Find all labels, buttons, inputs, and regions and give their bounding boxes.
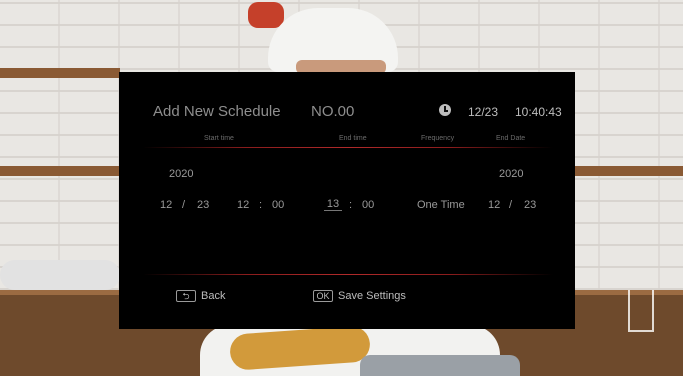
column-header-frequency: Frequency [421, 135, 455, 142]
start-hour[interactable]: 12 [237, 199, 249, 211]
pan [360, 355, 520, 376]
divider [143, 274, 553, 275]
end-day[interactable]: 23 [524, 199, 536, 211]
divider [143, 147, 553, 148]
current-date: 12/23 [468, 105, 499, 119]
start-minute[interactable]: 00 [272, 199, 284, 211]
background-decor [248, 2, 284, 28]
column-header-end-time: End time [339, 135, 367, 142]
shelf [575, 166, 683, 176]
time-separator: : [259, 199, 263, 211]
time-separator: : [349, 199, 353, 211]
shelf [0, 166, 120, 176]
start-year[interactable]: 2020 [169, 168, 193, 180]
save-settings-button[interactable]: Save Settings [338, 290, 406, 302]
column-header-start-time: Start time [204, 135, 234, 142]
back-button[interactable]: Back [201, 290, 225, 302]
ok-key-icon[interactable]: OK [313, 290, 333, 302]
back-key-icon[interactable]: ⮌ [176, 290, 196, 302]
current-time: 10:40:43 [515, 105, 562, 119]
end-minute[interactable]: 00 [362, 199, 374, 211]
start-day[interactable]: 23 [197, 199, 209, 211]
start-month[interactable]: 12 [160, 199, 172, 211]
schedule-number: NO.00 [311, 103, 355, 120]
frequency-value[interactable]: One Time [417, 199, 465, 211]
clock-icon [439, 104, 451, 116]
date-separator: / [182, 199, 186, 211]
end-year[interactable]: 2020 [499, 168, 523, 180]
schedule-dialog: Add New Schedule NO.00 12/23 10:40:43 St… [119, 72, 575, 329]
date-separator: / [509, 199, 513, 211]
end-hour-field[interactable]: 13 [324, 198, 342, 211]
end-month[interactable]: 12 [488, 199, 500, 211]
dialog-title: Add New Schedule [153, 103, 281, 120]
column-header-end-date: End Date [496, 135, 526, 142]
bowls [0, 260, 120, 290]
shelf [0, 68, 120, 78]
glass [628, 290, 654, 332]
